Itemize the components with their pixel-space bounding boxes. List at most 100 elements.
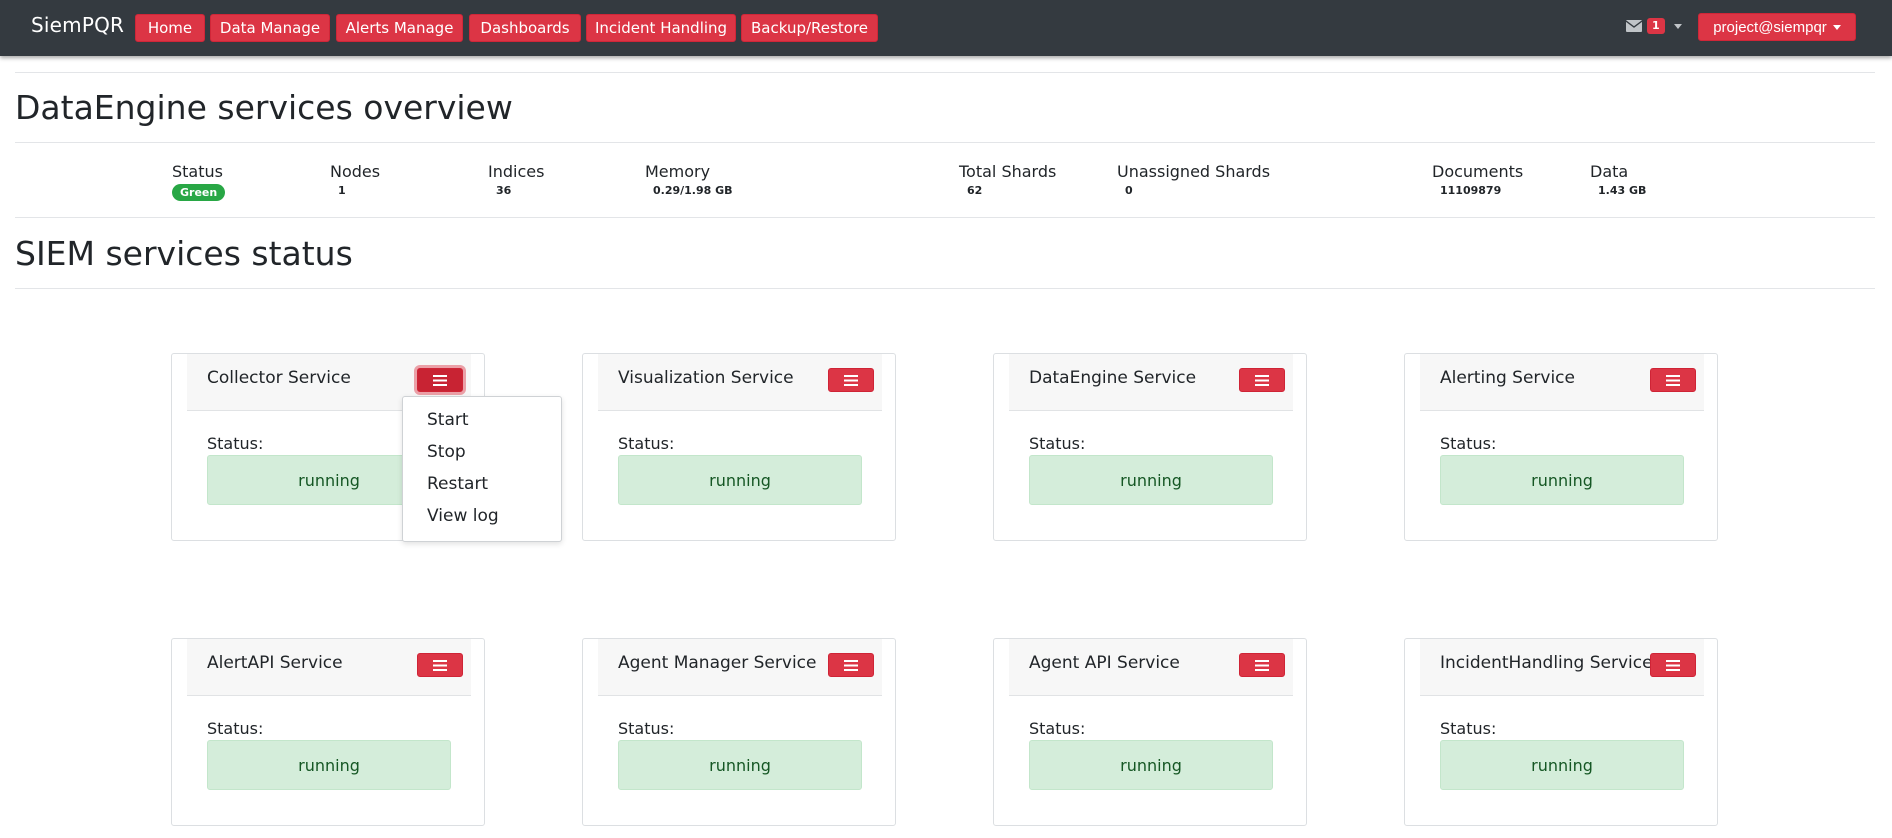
- menu-icon: [1255, 374, 1269, 386]
- stat-label: Memory: [645, 162, 711, 181]
- stat-value: 1: [338, 184, 346, 197]
- stat-label: Data: [1590, 162, 1629, 181]
- user-menu-button[interactable]: project@siempqr: [1698, 13, 1856, 41]
- status-running: running: [1440, 455, 1684, 505]
- status-label: Status:: [1440, 719, 1497, 738]
- menu-icon: [433, 659, 447, 671]
- status-running: running: [1440, 740, 1684, 790]
- service-name: Agent API Service: [1029, 653, 1180, 673]
- mail-count-badge: 1: [1647, 18, 1665, 34]
- status-label: Status:: [207, 434, 264, 453]
- stat-label: Total Shards: [959, 162, 1057, 181]
- menu-icon: [433, 374, 447, 386]
- divider: [15, 217, 1875, 218]
- service-action-dropdown: Start Stop Restart View log: [402, 396, 562, 542]
- stat-value: 36: [496, 184, 512, 197]
- card-header: AlertAPI Service: [187, 639, 471, 696]
- service-card-incident-handling: IncidentHandling Service Status: running: [1404, 638, 1718, 826]
- nav-backup-restore-button[interactable]: Backup/Restore: [741, 14, 878, 42]
- card-header: DataEngine Service: [1009, 354, 1293, 411]
- stat-label: Documents: [1432, 162, 1524, 181]
- stat-data: Data 1.43 GB: [1590, 162, 1646, 197]
- stat-value: 62: [967, 184, 983, 197]
- service-name: Agent Manager Service: [618, 653, 817, 673]
- service-menu-button[interactable]: [417, 368, 463, 392]
- service-menu-button[interactable]: [1239, 653, 1285, 677]
- service-menu-button[interactable]: [828, 653, 874, 677]
- status-running: running: [1029, 455, 1273, 505]
- divider: [15, 72, 1875, 73]
- stat-label: Unassigned Shards: [1117, 162, 1271, 181]
- stat-value: 1.43 GB: [1598, 184, 1647, 197]
- stat-status: Status Green: [172, 162, 226, 201]
- service-card-agent-api: Agent API Service Status: running: [993, 638, 1307, 826]
- status-label: Status:: [1029, 719, 1086, 738]
- mail-dropdown[interactable]: 1: [1626, 18, 1682, 34]
- service-card-visualization: Visualization Service Status: running: [582, 353, 896, 541]
- stat-documents: Documents 11109879: [1432, 162, 1523, 197]
- brand-logo[interactable]: SiemPQR: [31, 13, 124, 37]
- status-badge: Green: [172, 184, 226, 201]
- status-label: Status:: [618, 434, 675, 453]
- divider: [15, 142, 1875, 143]
- chevron-down-icon: [1673, 23, 1682, 29]
- nav-data-manage-button[interactable]: Data Manage: [210, 14, 330, 42]
- chevron-down-icon: [1832, 24, 1841, 30]
- menu-icon: [1666, 659, 1680, 671]
- nav-home-button[interactable]: Home: [135, 14, 205, 42]
- menu-icon: [844, 659, 858, 671]
- service-menu-button[interactable]: [1650, 368, 1696, 392]
- status-label: Status:: [1440, 434, 1497, 453]
- stat-total-shards: Total Shards 62: [959, 162, 1056, 197]
- card-header: Alerting Service: [1420, 354, 1704, 411]
- status-label: Status:: [207, 719, 264, 738]
- nav-alerts-manage-button[interactable]: Alerts Manage: [336, 14, 463, 42]
- card-header: Agent API Service: [1009, 639, 1293, 696]
- dropdown-item-view-log[interactable]: View log: [427, 506, 499, 526]
- service-menu-button[interactable]: [828, 368, 874, 392]
- service-card-alertapi: AlertAPI Service Status: running: [171, 638, 485, 826]
- divider: [15, 288, 1875, 289]
- dropdown-item-restart[interactable]: Restart: [427, 474, 488, 494]
- service-card-dataengine: DataEngine Service Status: running: [993, 353, 1307, 541]
- status-running: running: [618, 455, 862, 505]
- service-card-agent-manager: Agent Manager Service Status: running: [582, 638, 896, 826]
- service-name: Alerting Service: [1440, 368, 1575, 388]
- stat-label: Nodes: [330, 162, 381, 181]
- stat-value: 0: [1125, 184, 1133, 197]
- service-menu-button[interactable]: [1239, 368, 1285, 392]
- envelope-icon: [1626, 20, 1642, 32]
- status-running: running: [1029, 740, 1273, 790]
- service-menu-button[interactable]: [1650, 653, 1696, 677]
- nav-incident-handling-button[interactable]: Incident Handling: [586, 14, 736, 42]
- service-name: Visualization Service: [618, 368, 794, 388]
- card-header: IncidentHandling Service: [1420, 639, 1704, 696]
- service-name: Collector Service: [207, 368, 351, 388]
- status-running: running: [207, 740, 451, 790]
- stat-nodes: Nodes 1: [330, 162, 380, 197]
- dropdown-item-stop[interactable]: Stop: [427, 442, 466, 462]
- siem-title: SIEM services status: [15, 234, 353, 273]
- stat-value: 0.29/1.98 GB: [653, 184, 733, 197]
- status-label: Status:: [1029, 434, 1086, 453]
- user-email: project@siempqr: [1713, 18, 1827, 36]
- stat-indices: Indices 36: [488, 162, 544, 197]
- dropdown-item-start[interactable]: Start: [427, 410, 469, 430]
- service-name: DataEngine Service: [1029, 368, 1197, 388]
- menu-icon: [1666, 374, 1680, 386]
- stat-unassigned-shards: Unassigned Shards 0: [1117, 162, 1270, 197]
- menu-icon: [1255, 659, 1269, 671]
- menu-icon: [844, 374, 858, 386]
- nav-dashboards-button[interactable]: Dashboards: [469, 14, 581, 42]
- card-header: Visualization Service: [598, 354, 882, 411]
- top-navbar: SiemPQR Home Data Manage Alerts Manage D…: [0, 0, 1892, 56]
- dataengine-title: DataEngine services overview: [15, 88, 513, 127]
- status-running: running: [618, 740, 862, 790]
- service-name: IncidentHandling Service: [1440, 653, 1653, 673]
- stat-label: Status: [172, 162, 223, 181]
- service-name: AlertAPI Service: [207, 653, 343, 673]
- service-menu-button[interactable]: [417, 653, 463, 677]
- service-card-alerting: Alerting Service Status: running: [1404, 353, 1718, 541]
- stat-label: Indices: [488, 162, 545, 181]
- status-label: Status:: [618, 719, 675, 738]
